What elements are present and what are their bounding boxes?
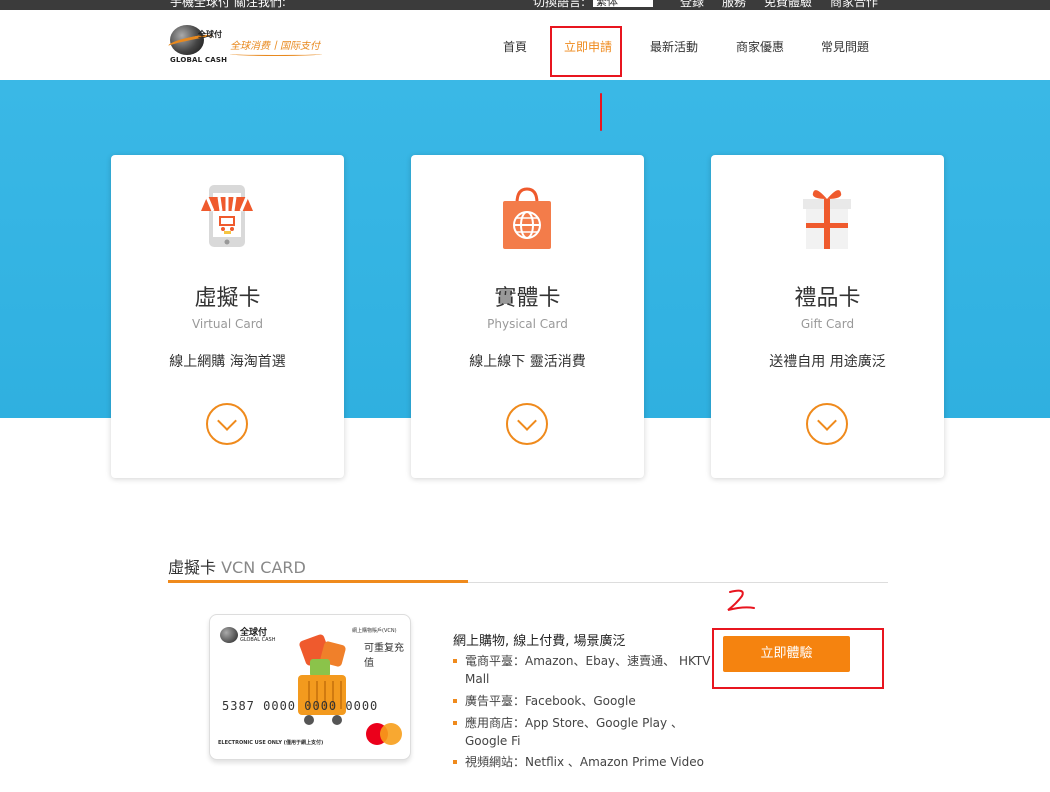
gift-icon bbox=[803, 190, 851, 249]
top-link-login[interactable]: 登錄 bbox=[680, 0, 704, 10]
top-bar: 手機全球付 關注我們: 切換語言: 繁体 登錄 服務 免費體驗 商家合作 bbox=[0, 0, 1050, 10]
logo-slogan: 全球消费丨国际支付 bbox=[230, 41, 320, 52]
card-gift[interactable]: 禮品卡 Gift Card 送禮自用 用途廣泛 bbox=[711, 155, 944, 478]
annotation-mark bbox=[600, 93, 602, 131]
vcard-type: 網上購物賬戶(VCN) bbox=[352, 628, 397, 634]
nav-merchant-offers[interactable]: 商家優惠 bbox=[736, 38, 784, 55]
logo-en-text: GLOBAL CASH bbox=[170, 56, 228, 64]
top-link-service[interactable]: 服務 bbox=[722, 0, 746, 10]
top-link-merchant[interactable]: 商家合作 bbox=[830, 0, 878, 10]
card-title: 實體卡 bbox=[494, 286, 561, 311]
mastercard-icon bbox=[380, 723, 402, 745]
vcard-number: 5387 0000 0000 0000 bbox=[222, 699, 379, 713]
vcard-logo-sub: GLOBAL CASH bbox=[240, 637, 276, 643]
card-physical[interactable]: 實體卡 Physical Card 線上線下 靈活消費 bbox=[411, 155, 644, 478]
globe-icon bbox=[220, 627, 238, 643]
site-logo[interactable]: 全球付 GLOBAL CASH 全球消费丨国际支付 bbox=[167, 23, 328, 69]
card-subtitle: Physical Card bbox=[487, 317, 568, 331]
feature-item: 廣告平臺：Facebook、Google bbox=[453, 692, 713, 710]
card-subtitle: Virtual Card bbox=[191, 317, 264, 331]
slogan-underline bbox=[230, 52, 322, 56]
annotation-scribble bbox=[727, 589, 755, 611]
bullet-icon bbox=[453, 699, 457, 703]
section-title-cn: 虛擬卡 bbox=[168, 558, 217, 577]
logo-cn-text: 全球付 bbox=[198, 30, 222, 39]
vcard-footer: ELECTRONIC USE ONLY (僅用于網上支付) bbox=[218, 740, 324, 746]
chevron-down-icon[interactable] bbox=[506, 403, 548, 445]
feature-item: 應用商店：App Store、Google Play 、Google Fi bbox=[453, 714, 713, 750]
nav-faq[interactable]: 常見問題 bbox=[821, 38, 869, 55]
chevron-down-icon[interactable] bbox=[806, 403, 848, 445]
shop-phone-icon bbox=[201, 185, 253, 247]
nav-promotions[interactable]: 最新活動 bbox=[650, 38, 698, 55]
card-title: 禮品卡 bbox=[794, 286, 861, 311]
top-link-trial[interactable]: 免費體驗 bbox=[764, 0, 812, 10]
vcn-card-image: 全球付 GLOBAL CASH 網上購物賬戶(VCN) 可重复充值 5387 0… bbox=[209, 614, 411, 760]
annotation-box-apply bbox=[550, 26, 622, 77]
nav-home[interactable]: 首頁 bbox=[503, 38, 527, 55]
section-title: 虛擬卡 VCN CARD bbox=[168, 554, 306, 578]
card-desc: 送禮自用 用途廣泛 bbox=[769, 354, 886, 370]
vcard-recharge: 可重复充值 bbox=[364, 643, 404, 669]
annotation-box-cta bbox=[712, 628, 884, 689]
bullet-icon bbox=[453, 659, 457, 663]
top-bar-promo: 手機全球付 關注我們: bbox=[170, 0, 286, 9]
bullet-icon bbox=[453, 760, 457, 764]
bullet-icon bbox=[453, 721, 457, 725]
section-title-en: VCN CARD bbox=[221, 558, 306, 577]
cart-wheel bbox=[332, 715, 342, 725]
card-desc: 線上線下 靈活消費 bbox=[469, 354, 586, 370]
feature-item: 視頻網站：Netflix 、Amazon Prime Video bbox=[453, 753, 713, 771]
site-header: 全球付 GLOBAL CASH 全球消费丨国际支付 首頁 立即申請 最新活動 商… bbox=[0, 10, 1050, 80]
shopping-bag-icon bbox=[503, 187, 551, 249]
card-title: 虛擬卡 bbox=[194, 286, 261, 311]
chevron-down-icon[interactable] bbox=[206, 403, 248, 445]
card-subtitle: Gift Card bbox=[800, 317, 855, 331]
feature-item: 電商平臺：Amazon、Ebay、速賣通、 HKTV Mall bbox=[453, 652, 713, 688]
language-select[interactable]: 繁体 bbox=[593, 0, 653, 8]
section-divider-accent bbox=[168, 580, 468, 583]
feature-heading: 網上購物, 線上付費, 場景廣泛 bbox=[453, 634, 626, 649]
card-desc: 線上網購 海淘首選 bbox=[169, 354, 286, 370]
card-virtual[interactable]: 虛擬卡 Virtual Card 線上網購 海淘首選 bbox=[111, 155, 344, 478]
language-label: 切換語言: bbox=[533, 0, 586, 9]
cart-wheel bbox=[304, 715, 314, 725]
